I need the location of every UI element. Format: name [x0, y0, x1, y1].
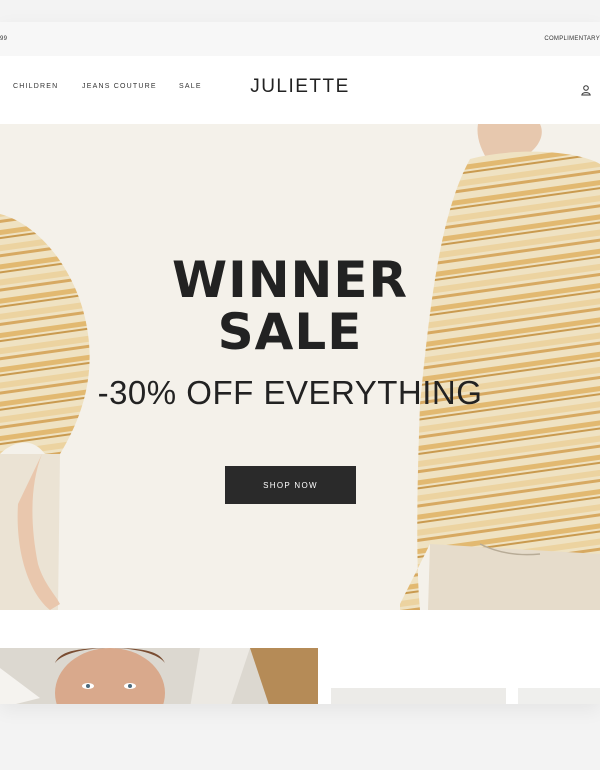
- featured-section: [0, 610, 600, 704]
- nav-item-jeans-couture[interactable]: JEANS COUTURE: [82, 83, 157, 90]
- featured-model-image: [0, 648, 318, 704]
- featured-card-3[interactable]: [518, 688, 600, 704]
- main-navigation: CHILDREN JEANS COUTURE SALE JULIETTE: [0, 56, 600, 124]
- announcement-left-text: 99: [0, 36, 8, 42]
- nav-item-children[interactable]: CHILDREN: [13, 83, 58, 90]
- hero-subtitle: -30% OFF EVERYTHING: [97, 374, 483, 411]
- announcement-right-text: COMPLIMENTARY: [544, 36, 600, 42]
- browser-page: 99 COMPLIMENTARY CHILDREN JEANS COUTURE …: [0, 22, 600, 704]
- featured-card-2[interactable]: [331, 688, 506, 704]
- featured-card-model[interactable]: [0, 648, 318, 704]
- shop-now-button[interactable]: SHOP NOW: [225, 466, 356, 504]
- announcement-bar: 99 COMPLIMENTARY: [0, 22, 600, 57]
- site-logo[interactable]: JULIETTE: [230, 76, 370, 98]
- hero-title-line-1: WINNER: [171, 251, 409, 309]
- hero-banner: WINNER SALE -30% OFF EVERYTHING SHOP NOW: [0, 124, 600, 610]
- nav-item-sale[interactable]: SALE: [179, 83, 202, 90]
- hero-title-line-2: SALE: [217, 303, 363, 361]
- hero-text-block: WINNER SALE -30% OFF EVERYTHING: [0, 254, 580, 412]
- user-icon[interactable]: [580, 84, 592, 96]
